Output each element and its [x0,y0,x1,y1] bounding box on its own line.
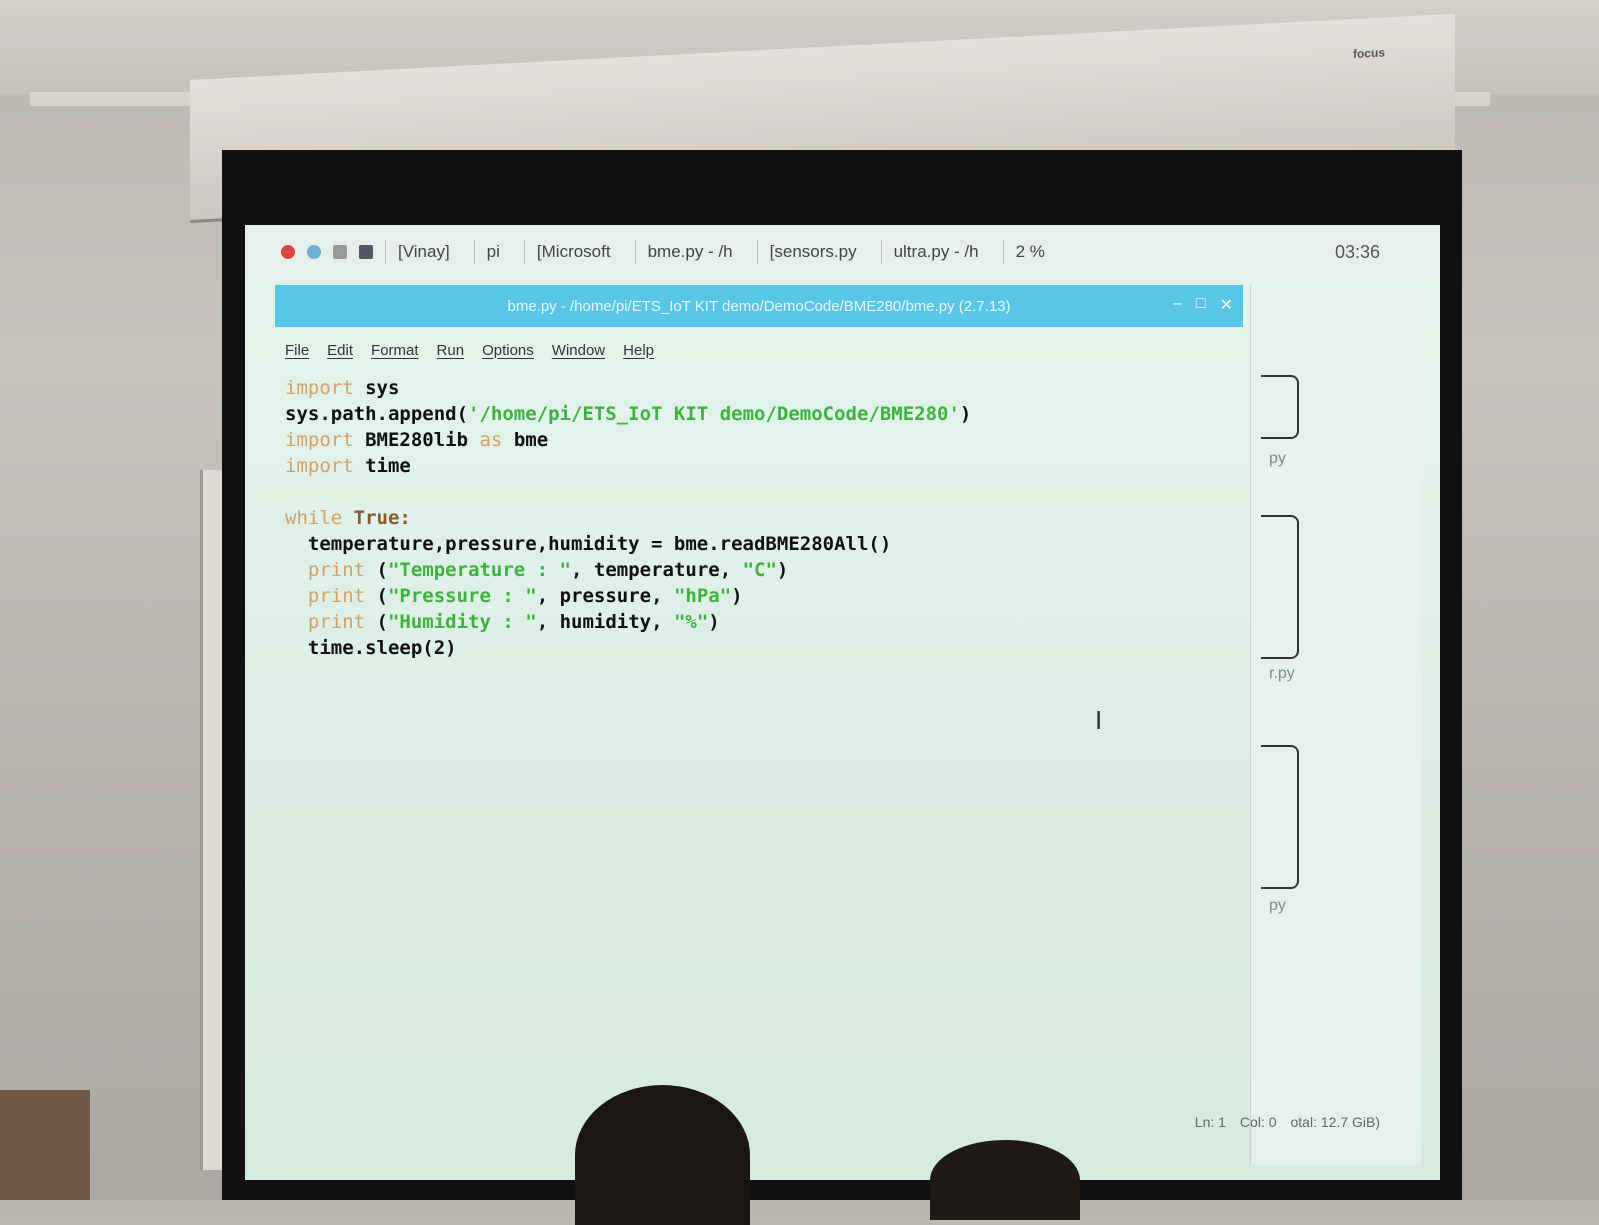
menu-edit[interactable]: Edit [327,342,353,359]
text-cursor-icon: I [1095,705,1103,735]
maximize-icon[interactable]: □ [1196,295,1206,315]
code-line: sys.path.append('/home/pi/ETS_IoT KIT de… [285,403,972,425]
sensor-thumbnail[interactable] [1261,375,1299,439]
file-label: py [1269,897,1286,914]
column-number: Col: 0 [1239,1114,1277,1130]
code-line: import sys [285,377,400,399]
browser-icon[interactable] [307,245,321,259]
file-label: py [1269,450,1286,467]
menu-help[interactable]: Help [623,342,654,359]
projector-brand: focus [1352,45,1385,62]
menu-run[interactable]: Run [437,342,465,359]
code-line: import time [285,455,411,477]
close-icon[interactable]: ✕ [1220,295,1233,315]
file-manager-icon[interactable] [333,245,347,259]
window-titlebar[interactable]: bme.py - /home/pi/ETS_IoT KIT demo/DemoC… [275,285,1243,327]
line-number: Ln: 1 [1194,1114,1226,1130]
clock[interactable]: 03:36 [1335,242,1380,263]
audience-head [575,1085,750,1225]
code-line: temperature,pressure,humidity = bme.read… [285,533,892,555]
shelf [0,1090,90,1200]
sensor-thumbnail[interactable] [1261,515,1299,659]
taskbar-item[interactable]: ultra.py - /h [880,240,991,264]
menu-window[interactable]: Window [552,342,605,359]
file-label: r.py [1269,665,1295,682]
code-line: print ("Pressure : ", pressure, "hPa") [285,585,743,607]
taskbar-item[interactable]: pi [473,240,512,264]
code-line: import BME280lib as bme [285,429,549,451]
terminal-icon[interactable] [359,245,373,259]
taskbar-item[interactable]: [Vinay] [385,240,462,264]
code-line: print ("Humidity : ", humidity, "%") [285,611,720,633]
raspberry-menu-icon[interactable] [281,245,295,259]
disk-info: otal: 12.7 GiB) [1290,1114,1381,1130]
menu-options[interactable]: Options [482,342,534,359]
window-title: bme.py - /home/pi/ETS_IoT KIT demo/DemoC… [507,297,1011,315]
menu-format[interactable]: Format [371,342,419,359]
status-bar: Ln: 1 Col: 0 otal: 12.7 GiB) [1195,1114,1380,1130]
audience-head [930,1140,1080,1220]
desktop: [Vinay] pi [Microsoft bme.py - /h [senso… [245,225,1440,1180]
code-line: print ("Temperature : ", temperature, "C… [285,559,789,581]
sensor-thumbnail[interactable] [1261,745,1299,889]
code-line: while True: [285,507,411,529]
battery-indicator[interactable]: 2 % [1002,240,1057,264]
menu-file[interactable]: File [285,342,309,359]
taskbar-item[interactable]: bme.py - /h [634,240,745,264]
minimize-icon[interactable]: – [1173,295,1182,315]
menu-bar: File Edit Format Run Options Window Help [275,333,1243,367]
taskbar-item[interactable]: [sensors.py [756,240,869,264]
code-line: time.sleep(2) [285,637,457,659]
code-editor[interactable]: import sys sys.path.append('/home/pi/ETS… [285,375,1235,1155]
taskbar-item[interactable]: [Microsoft [523,240,623,264]
taskbar: [Vinay] pi [Microsoft bme.py - /h [senso… [245,225,1440,279]
background-window[interactable]: py r.py py [1250,285,1421,1165]
